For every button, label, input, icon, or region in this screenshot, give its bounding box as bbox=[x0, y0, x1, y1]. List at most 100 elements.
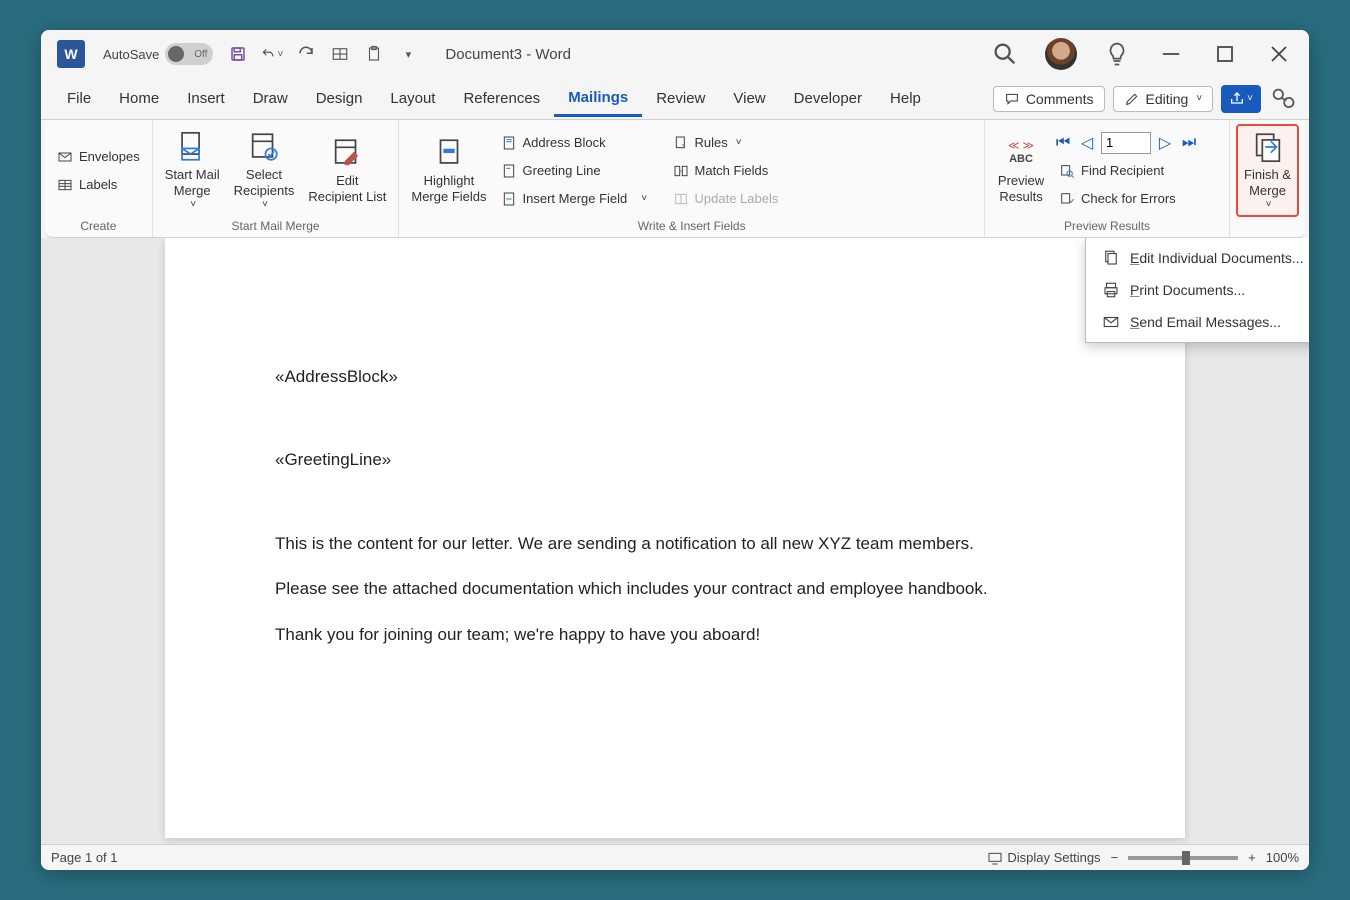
minimize-button[interactable] bbox=[1157, 40, 1185, 68]
qat-customize-icon[interactable]: ▾ bbox=[397, 43, 419, 65]
body-paragraph-3[interactable]: Thank you for joining our team; we're ha… bbox=[275, 616, 1075, 653]
labels-icon bbox=[57, 177, 73, 193]
zoom-in-button[interactable]: + bbox=[1248, 850, 1256, 865]
ribbon: Envelopes Labels Create Start Mail Merge… bbox=[45, 120, 1305, 238]
word-window: W AutoSave Off ˅ ▾ Document3 - Word bbox=[41, 30, 1309, 870]
group-finish: Finish & Merge˅ bbox=[1230, 120, 1305, 237]
finish-merge-button[interactable]: Finish & Merge˅ bbox=[1236, 124, 1299, 217]
tab-file[interactable]: File bbox=[53, 82, 105, 115]
next-record-icon[interactable]: ▷ bbox=[1155, 133, 1175, 153]
address-block-label: Address Block bbox=[523, 135, 606, 150]
tab-insert[interactable]: Insert bbox=[173, 82, 239, 115]
zoom-out-button[interactable]: − bbox=[1111, 850, 1119, 865]
greeting-line-field[interactable]: «GreetingLine» bbox=[275, 441, 1075, 478]
highlight-label: Highlight Merge Fields bbox=[411, 173, 486, 204]
comment-icon bbox=[1004, 91, 1020, 107]
page[interactable]: «AddressBlock» «GreetingLine» This is th… bbox=[165, 238, 1185, 838]
tab-draw[interactable]: Draw bbox=[239, 82, 302, 115]
maximize-button[interactable] bbox=[1211, 40, 1239, 68]
ribbon-tabs: File Home Insert Draw Design Layout Refe… bbox=[41, 78, 1309, 120]
record-number-input[interactable] bbox=[1101, 132, 1151, 154]
tab-references[interactable]: References bbox=[449, 82, 554, 115]
address-block-field[interactable]: «AddressBlock» bbox=[275, 358, 1075, 395]
menu-edit-individual[interactable]: Edit Individual Documents... bbox=[1086, 242, 1309, 274]
tab-design[interactable]: Design bbox=[302, 82, 377, 115]
mail-merge-icon bbox=[175, 130, 209, 164]
display-settings-icon bbox=[987, 850, 1003, 866]
insert-merge-field-label: Insert Merge Field bbox=[523, 191, 628, 206]
first-record-icon[interactable]: ⏮ bbox=[1053, 133, 1073, 153]
abc-icon: ≪ ≫ ABC bbox=[1004, 136, 1038, 170]
search-icon[interactable] bbox=[991, 40, 1019, 68]
paste-icon[interactable] bbox=[363, 43, 385, 65]
body-paragraph-2[interactable]: Please see the attached documentation wh… bbox=[275, 570, 1075, 607]
user-avatar[interactable] bbox=[1045, 38, 1077, 70]
record-navigation: ⏮ ◁ ▷ ⏭ bbox=[1053, 132, 1223, 154]
prev-record-icon[interactable]: ◁ bbox=[1077, 133, 1097, 153]
address-block-button[interactable]: Address Block bbox=[495, 132, 665, 154]
finish-merge-label: Finish & Merge bbox=[1244, 167, 1291, 198]
greeting-line-button[interactable]: Greeting Line bbox=[495, 160, 665, 182]
insert-merge-field-button[interactable]: Insert Merge Field ˅ bbox=[495, 188, 665, 210]
greeting-line-icon bbox=[501, 163, 517, 179]
document-area[interactable]: «AddressBlock» «GreetingLine» This is th… bbox=[41, 238, 1309, 844]
rules-label: Rules bbox=[695, 135, 728, 150]
autosave-label: AutoSave bbox=[103, 47, 159, 62]
zoom-slider[interactable] bbox=[1128, 856, 1238, 860]
edit-recipient-list-label: Edit Recipient List bbox=[308, 173, 386, 204]
close-button[interactable] bbox=[1265, 40, 1293, 68]
greeting-line-label: Greeting Line bbox=[523, 163, 601, 178]
lightbulb-icon[interactable] bbox=[1103, 40, 1131, 68]
tab-home[interactable]: Home bbox=[105, 82, 173, 115]
group-create: Envelopes Labels Create bbox=[45, 120, 153, 237]
preview-results-button[interactable]: ≪ ≫ ABC Preview Results bbox=[991, 124, 1051, 217]
group-write-insert: Highlight Merge Fields Address Block Gre… bbox=[399, 120, 985, 237]
undo-icon[interactable]: ˅ bbox=[261, 43, 283, 65]
zoom-knob[interactable] bbox=[1182, 851, 1190, 865]
update-labels-icon bbox=[673, 191, 689, 207]
check-errors-button[interactable]: Check for Errors bbox=[1053, 188, 1223, 210]
autosave-toggle[interactable]: Off bbox=[165, 43, 213, 65]
rules-button[interactable]: Rules˅ bbox=[667, 132, 807, 154]
redo-icon[interactable] bbox=[295, 43, 317, 65]
envelopes-label: Envelopes bbox=[79, 149, 140, 164]
highlight-merge-fields-button[interactable]: Highlight Merge Fields bbox=[405, 124, 492, 217]
tab-help[interactable]: Help bbox=[876, 82, 935, 115]
comments-button[interactable]: Comments bbox=[993, 86, 1105, 112]
menu-send-email[interactable]: Send Email Messages... bbox=[1086, 306, 1309, 338]
tab-layout[interactable]: Layout bbox=[376, 82, 449, 115]
group-start-mail-merge: Start Mail Merge˅ Select Recipients˅ Edi… bbox=[153, 120, 400, 237]
find-icon bbox=[1059, 163, 1075, 179]
autosave-control[interactable]: AutoSave Off bbox=[103, 43, 213, 65]
tab-view[interactable]: View bbox=[719, 82, 779, 115]
menu-print-documents[interactable]: Print Documents... bbox=[1086, 274, 1309, 306]
tab-review[interactable]: Review bbox=[642, 82, 719, 115]
zoom-level[interactable]: 100% bbox=[1266, 850, 1299, 865]
comments-label: Comments bbox=[1026, 91, 1094, 107]
body-paragraph-1[interactable]: This is the content for our letter. We a… bbox=[275, 525, 1075, 562]
save-icon[interactable] bbox=[227, 43, 249, 65]
find-recipient-button[interactable]: Find Recipient bbox=[1053, 160, 1223, 182]
share-button[interactable]: ˅ bbox=[1221, 85, 1261, 113]
autosave-state: Off bbox=[194, 49, 207, 60]
display-settings-label: Display Settings bbox=[1007, 850, 1100, 865]
tab-developer[interactable]: Developer bbox=[780, 82, 876, 115]
labels-button[interactable]: Labels bbox=[51, 174, 146, 196]
match-fields-icon bbox=[673, 163, 689, 179]
quick-access-toolbar: ˅ ▾ bbox=[227, 43, 419, 65]
start-mail-merge-button[interactable]: Start Mail Merge˅ bbox=[159, 124, 226, 217]
envelopes-button[interactable]: Envelopes bbox=[51, 146, 146, 168]
display-settings-button[interactable]: Display Settings bbox=[987, 850, 1100, 866]
finish-merge-menu: Edit Individual Documents... Print Docum… bbox=[1085, 238, 1309, 343]
select-recipients-button[interactable]: Select Recipients˅ bbox=[228, 124, 301, 217]
last-record-icon[interactable]: ⏭ bbox=[1179, 133, 1199, 153]
edit-individual-icon bbox=[1102, 249, 1120, 267]
table-icon[interactable] bbox=[329, 43, 351, 65]
editing-mode-button[interactable]: Editing ˅ bbox=[1113, 86, 1214, 112]
match-fields-button[interactable]: Match Fields bbox=[667, 160, 807, 182]
page-indicator[interactable]: Page 1 of 1 bbox=[51, 850, 118, 865]
recipients-icon bbox=[247, 130, 281, 164]
edit-recipient-list-button[interactable]: Edit Recipient List bbox=[302, 124, 392, 217]
tab-mailings[interactable]: Mailings bbox=[554, 81, 642, 117]
collapse-ribbon-icon[interactable] bbox=[1269, 85, 1297, 113]
